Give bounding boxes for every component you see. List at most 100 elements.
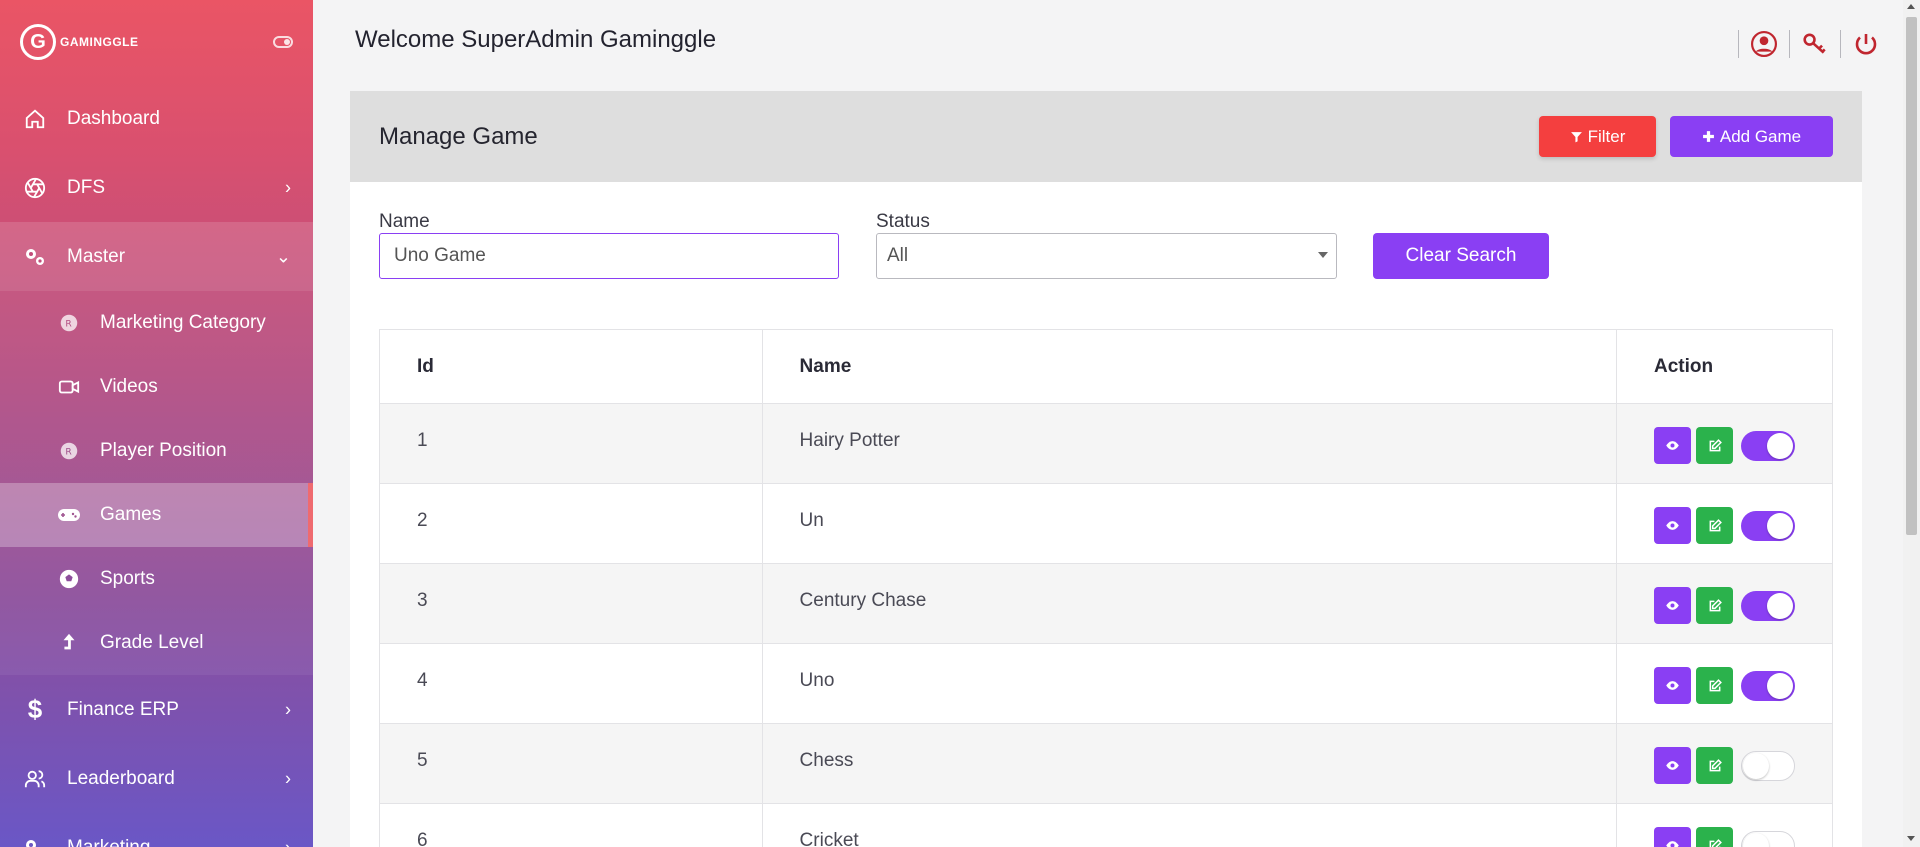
table-row: 3 Century Chase — [379, 563, 1833, 644]
cell-id: 5 — [379, 723, 763, 804]
sidebar-item-videos[interactable]: Videos — [0, 355, 313, 419]
sidebar-item-player-position[interactable]: R Player Position — [0, 419, 313, 483]
toggle-knob — [1767, 512, 1793, 539]
table-row: 5 Chess — [379, 723, 1833, 804]
power-icon[interactable] — [1852, 30, 1880, 58]
add-game-button[interactable]: Add Game — [1670, 116, 1833, 157]
cell-name: Century Chase — [761, 563, 1618, 644]
page-title: Manage Game — [379, 122, 538, 150]
sidebar-item-label: Videos — [100, 376, 158, 397]
eye-icon — [1666, 681, 1679, 690]
cell-name: Un — [761, 483, 1618, 564]
edit-button[interactable] — [1696, 667, 1733, 704]
cell-id: 4 — [379, 643, 763, 724]
gear-badge-icon: R — [56, 438, 82, 464]
chevron-right-icon: › — [285, 768, 291, 788]
status-toggle[interactable] — [1741, 510, 1795, 541]
cell-id: 3 — [379, 563, 763, 644]
video-icon — [56, 374, 82, 400]
sidebar-item-grade-level[interactable]: Grade Level — [0, 611, 313, 675]
status-toggle[interactable] — [1741, 750, 1795, 781]
filter-icon — [1570, 130, 1583, 144]
scrollbar-thumb[interactable] — [1906, 17, 1917, 535]
sidebar-item-label: Marketing Category — [100, 312, 266, 333]
eye-icon — [1666, 761, 1679, 770]
eye-icon — [1666, 441, 1679, 450]
sidebar-item-label: Leaderboard — [67, 767, 175, 789]
aperture-icon — [22, 175, 48, 201]
cell-name: Hairy Potter — [761, 403, 1618, 484]
page-welcome-title: Welcome SuperAdmin Gaminggle — [355, 26, 717, 53]
sidebar-item-dashboard[interactable]: Dashboard — [0, 84, 313, 153]
edit-button[interactable] — [1696, 827, 1733, 847]
svg-text:R: R — [65, 447, 72, 458]
plus-icon — [1702, 130, 1715, 143]
edit-button[interactable] — [1696, 427, 1733, 464]
gear-badge-icon: R — [56, 310, 82, 336]
gears-icon — [22, 835, 48, 847]
sidebar-item-dfs[interactable]: DFS › — [0, 153, 313, 222]
view-button[interactable] — [1654, 427, 1691, 464]
table-row: 1 Hairy Potter — [379, 403, 1833, 484]
sidebar-item-master[interactable]: Master ⌄ — [0, 222, 313, 291]
games-table: Id Name Action 1 Hairy Potter 2 Un 3 Century … — [379, 329, 1833, 847]
edit-icon — [1709, 518, 1722, 531]
edit-button[interactable] — [1696, 587, 1733, 624]
row-actions — [1654, 827, 1795, 847]
sidebar-item-marketing[interactable]: Marketing › — [0, 813, 313, 847]
gamepad-icon — [56, 502, 82, 528]
status-toggle[interactable] — [1741, 590, 1795, 621]
status-toggle[interactable] — [1741, 830, 1795, 847]
eye-icon — [1666, 601, 1679, 610]
chevron-down-icon: ⌄ — [275, 246, 291, 266]
table-row: 4 Uno — [379, 643, 1833, 724]
status-toggle[interactable] — [1741, 670, 1795, 701]
row-actions — [1654, 427, 1795, 464]
cell-id: 6 — [379, 803, 763, 847]
eye-icon — [1666, 521, 1679, 530]
edit-button[interactable] — [1696, 507, 1733, 544]
cell-name: Cricket — [761, 803, 1618, 847]
row-actions — [1654, 507, 1795, 544]
level-up-icon — [56, 630, 82, 656]
eye-icon — [1666, 841, 1679, 847]
status-toggle[interactable] — [1741, 430, 1795, 461]
sidebar: G GAMINGGLE Dashboard DFS › Master ⌄ R M… — [0, 0, 313, 847]
sidebar-item-leaderboard[interactable]: Leaderboard › — [0, 744, 313, 813]
clear-search-button[interactable]: Clear Search — [1373, 233, 1549, 279]
table-row: 6 Cricket — [379, 803, 1833, 847]
edit-button[interactable] — [1696, 747, 1733, 784]
cell-actions — [1616, 643, 1833, 724]
row-actions — [1654, 667, 1795, 704]
view-button[interactable] — [1654, 747, 1691, 784]
sidebar-item-label: Games — [100, 504, 162, 525]
status-select[interactable]: All — [876, 233, 1337, 279]
sidebar-item-label: DFS — [67, 176, 105, 198]
user-circle-icon[interactable] — [1750, 30, 1778, 58]
filter-button[interactable]: Filter — [1539, 116, 1656, 157]
sidebar-item-sports[interactable]: Sports — [0, 547, 313, 611]
manage-game-card: Manage Game Filter Add Game Name Status … — [350, 91, 1862, 847]
view-button[interactable] — [1654, 587, 1691, 624]
column-header-id[interactable]: Id — [379, 329, 763, 404]
sidebar-item-label: Grade Level — [100, 632, 204, 653]
divider — [1840, 30, 1841, 58]
sidebar-item-finance-erp[interactable]: $ Finance ERP › — [0, 675, 313, 744]
brand-logo[interactable]: G GAMINGGLE — [0, 0, 313, 84]
logo-mark-icon: G — [20, 24, 56, 60]
name-search-input[interactable] — [379, 233, 839, 279]
column-header-name[interactable]: Name — [761, 329, 1618, 404]
sidebar-item-games[interactable]: Games — [0, 483, 313, 547]
sidebar-collapse-toggle[interactable] — [273, 36, 293, 48]
view-button[interactable] — [1654, 667, 1691, 704]
scroll-down-arrow-icon[interactable] — [1907, 836, 1915, 841]
svg-text:R: R — [65, 319, 72, 330]
view-button[interactable] — [1654, 507, 1691, 544]
sidebar-item-marketing-category[interactable]: R Marketing Category — [0, 291, 313, 355]
filter-button-label: Filter — [1587, 126, 1626, 146]
key-icon[interactable] — [1801, 30, 1829, 58]
view-button[interactable] — [1654, 827, 1691, 847]
page-scrollbar[interactable] — [1903, 0, 1920, 847]
cell-actions — [1616, 483, 1833, 564]
scroll-up-arrow-icon[interactable] — [1907, 4, 1915, 9]
